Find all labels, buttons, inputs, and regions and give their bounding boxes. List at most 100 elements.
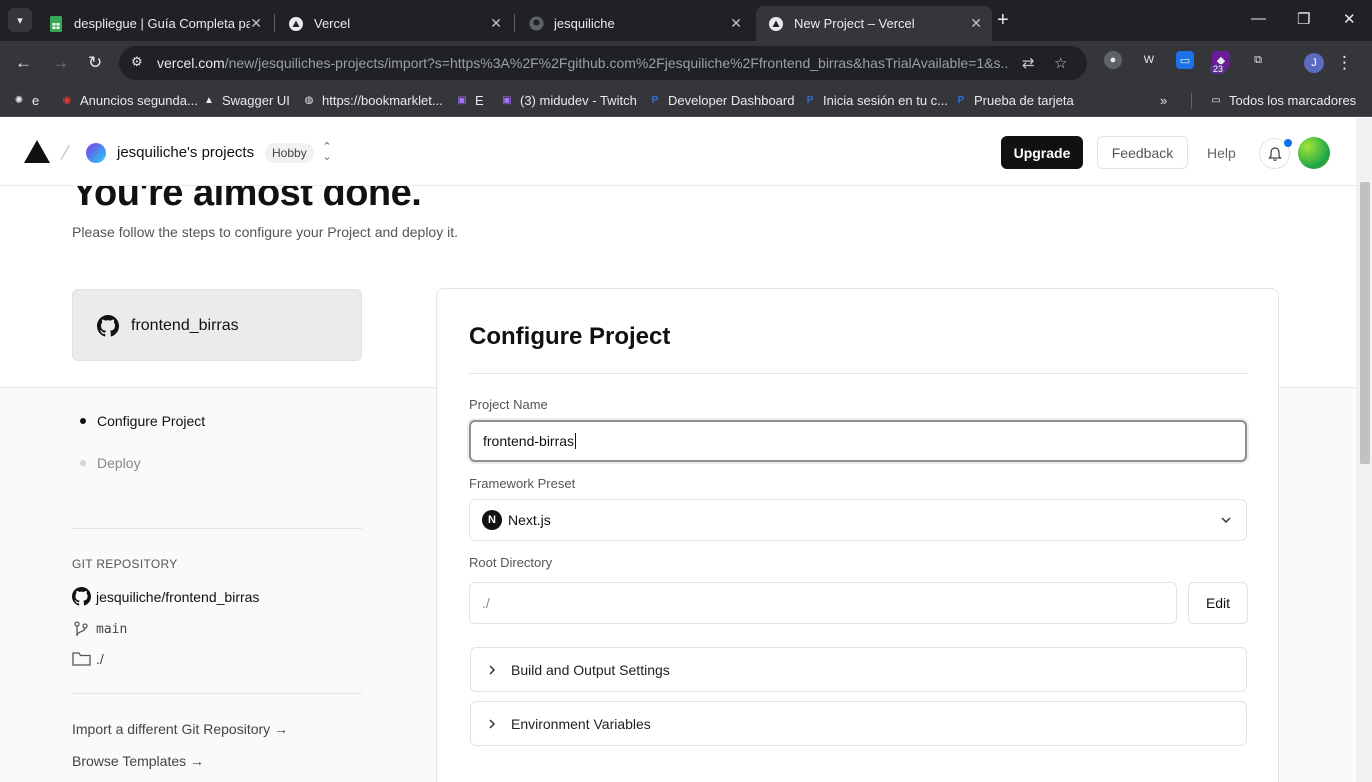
puzzle-icon[interactable]: ⧉ [1249, 51, 1267, 69]
bookmark-item[interactable]: ◉ Anuncios segunda... [60, 93, 198, 108]
bookmark-item[interactable]: ▲ Swagger UI [202, 93, 290, 108]
chatgpt-icon: ✺ [14, 95, 24, 106]
close-icon[interactable]: ✕ [250, 15, 262, 32]
step-dot [80, 460, 86, 466]
breadcrumb-separator: / [58, 139, 72, 166]
globe-icon: ◍ [304, 95, 314, 106]
bookmark-item[interactable]: P Prueba de tarjeta [954, 93, 1074, 108]
camera-extension-icon[interactable]: ● [1104, 51, 1122, 69]
vercel-icon: ▲ [204, 95, 214, 106]
environment-variables-toggle[interactable]: Environment Variables [470, 701, 1247, 746]
page-subtitle: Please follow the steps to configure you… [72, 224, 458, 240]
sheets-icon [48, 15, 64, 32]
team-name[interactable]: jesquiliche's projects [117, 144, 254, 161]
chevron-right-icon [487, 718, 497, 730]
project-name-label: Project Name [469, 397, 548, 412]
back-icon[interactable]: ← [15, 53, 32, 73]
browser-toolbar: ← → ↻ ⚙ vercel.com/new/jesquiliches-proj… [0, 41, 1372, 85]
step-deploy: Deploy [80, 455, 141, 471]
import-different-repo-link[interactable]: Import a different Git Repository → [72, 721, 288, 737]
close-icon[interactable]: ✕ [730, 15, 742, 32]
page-content: You're almost done. Please follow the st… [0, 118, 1356, 782]
close-icon[interactable]: ✕ [490, 15, 502, 32]
forward-icon[interactable]: → [52, 53, 69, 73]
new-tab-button[interactable]: + [997, 9, 1009, 32]
screen-extension-icon[interactable]: ▭ [1176, 51, 1194, 69]
close-window-button[interactable]: ✕ [1343, 10, 1356, 28]
tab-github-profile[interactable]: jesquiliche ✕ [516, 6, 752, 41]
root-directory-label: Root Directory [469, 555, 553, 570]
w-extension-icon[interactable]: W [1140, 51, 1158, 69]
git-branch-icon [72, 620, 92, 638]
bookmark-item[interactable]: ✺ e [12, 93, 39, 108]
tab-new-project[interactable]: New Project – Vercel ✕ [756, 6, 992, 41]
bookmark-item[interactable]: ▣ E [455, 93, 483, 108]
all-bookmarks-folder[interactable]: ▭ Todos los marcadores [1209, 93, 1356, 108]
project-name-value: frontend-birras [483, 433, 575, 449]
bookmark-item[interactable]: P Developer Dashboard [648, 93, 795, 108]
bookmark-divider [1191, 93, 1192, 109]
profile-avatar[interactable]: J [1304, 53, 1324, 73]
upgrade-button[interactable]: Upgrade [1001, 136, 1083, 169]
framework-value: Next.js [508, 512, 551, 528]
directory-path: ./ [96, 651, 104, 667]
edit-root-directory-button[interactable]: Edit [1188, 582, 1248, 624]
branch-name: main [96, 621, 128, 637]
paypal-icon: P [651, 95, 659, 106]
project-name-input[interactable]: frontend-birras [469, 420, 1247, 462]
framework-preset-select[interactable]: N Next.js [469, 499, 1247, 541]
scrollbar-thumb[interactable] [1360, 182, 1370, 464]
vercel-header: / jesquiliche's projects Hobby ⌃ ⌄ Upgrad… [0, 118, 1356, 186]
reload-icon[interactable]: ↻ [88, 53, 102, 73]
step-configure-project: Configure Project [80, 413, 205, 429]
user-avatar[interactable] [1298, 137, 1330, 169]
browse-templates-link[interactable]: Browse Templates → [72, 753, 204, 769]
vercel-icon [288, 16, 304, 32]
tab-title: New Project – Vercel [794, 16, 915, 31]
text-caret [575, 433, 577, 449]
sidebar-divider [72, 528, 362, 529]
configure-project-title: Configure Project [469, 323, 671, 350]
directory-info: ./ [72, 651, 104, 667]
bookmark-star-icon[interactable]: ☆ [1054, 54, 1067, 72]
minimize-button[interactable]: — [1251, 10, 1266, 27]
tab-despliegue[interactable]: despliegue | Guía Completa par ✕ [36, 6, 272, 41]
step-dot [80, 418, 86, 424]
folder-icon [72, 651, 92, 667]
vercel-icon [768, 16, 784, 32]
chevron-down-icon [1221, 517, 1231, 524]
menu-icon[interactable]: ⋮ [1336, 53, 1353, 73]
url-text[interactable]: vercel.com/new/jesquiliches-projects/imp… [157, 55, 1007, 71]
step-label: Deploy [97, 455, 141, 471]
site-icon: ◉ [62, 95, 72, 106]
folder-icon: ▭ [1211, 95, 1221, 106]
bookmark-item[interactable]: ◍ https://bookmarklet... [302, 93, 443, 108]
help-link[interactable]: Help [1207, 145, 1236, 161]
close-icon[interactable]: ✕ [970, 15, 982, 32]
vercel-logo-icon[interactable] [24, 140, 50, 163]
root-directory-input[interactable]: ./ [469, 582, 1177, 624]
root-directory-value: ./ [482, 595, 490, 611]
tab-vercel[interactable]: Vercel ✕ [276, 6, 512, 41]
team-avatar[interactable] [86, 143, 106, 163]
team-switcher-icon[interactable]: ⌃ ⌄ [320, 142, 334, 163]
notification-dot [1284, 139, 1292, 147]
environment-variables-label: Environment Variables [511, 715, 651, 732]
chevron-right-icon [487, 664, 497, 676]
repo-link[interactable]: jesquiliche/frontend_birras [72, 587, 259, 606]
restore-button[interactable]: ❐ [1297, 10, 1310, 28]
tab-title: jesquiliche [554, 16, 615, 31]
tab-search-button[interactable]: ▾ [8, 8, 32, 32]
bookmark-item[interactable]: P Inicia sesión en tu c... [803, 93, 948, 108]
more-bookmarks-icon[interactable]: » [1160, 93, 1167, 108]
paypal-icon: P [806, 95, 814, 106]
feedback-button[interactable]: Feedback [1097, 136, 1188, 169]
address-bar[interactable]: ⚙ vercel.com/new/jesquiliches-projects/i… [119, 46, 1087, 80]
translate-icon[interactable]: ⇄ [1022, 54, 1035, 72]
build-output-settings-label: Build and Output Settings [511, 661, 670, 678]
github-icon [97, 315, 119, 337]
build-output-settings-toggle[interactable]: Build and Output Settings [470, 647, 1247, 692]
site-settings-icon[interactable]: ⚙ [131, 54, 143, 70]
bookmark-item[interactable]: ▣ (3) midudev - Twitch [500, 93, 637, 108]
bookmarks-bar: ✺ e ◉ Anuncios segunda... ▲ Swagger UI ◍ htt… [0, 85, 1372, 117]
